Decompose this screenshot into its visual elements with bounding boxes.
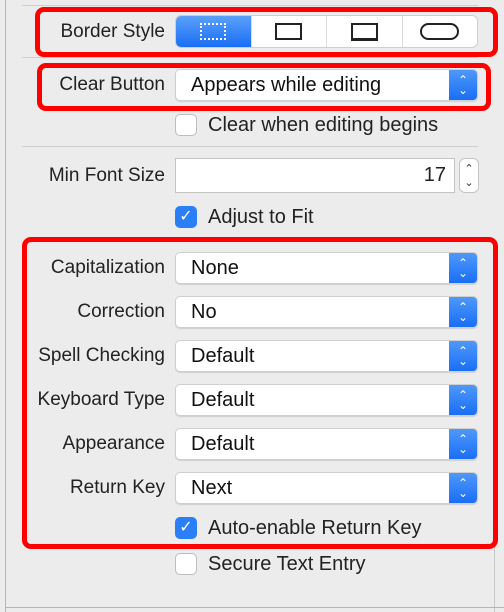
secure-text-entry-checkbox[interactable] xyxy=(175,553,197,575)
panel-bottom-border xyxy=(5,607,504,608)
secure-text-entry-label: Secure Text Entry xyxy=(208,553,366,575)
panel-left-border xyxy=(5,0,6,612)
divider xyxy=(22,57,478,58)
min-font-size-stepper[interactable]: ⌃ ⌄ xyxy=(459,158,479,193)
divider xyxy=(22,5,478,6)
divider xyxy=(22,146,478,147)
highlight-box xyxy=(37,63,491,111)
checkmark-icon: ✓ xyxy=(179,208,193,225)
adjust-to-fit-checkbox[interactable]: ✓ xyxy=(175,206,197,228)
highlight-box xyxy=(35,7,498,57)
clear-when-editing-label: Clear when editing begins xyxy=(208,114,439,136)
adjust-to-fit-label: Adjust to Fit xyxy=(208,206,314,228)
min-font-size-input[interactable]: 17 xyxy=(175,158,455,193)
min-font-size-label: Min Font Size xyxy=(48,165,165,186)
highlight-box xyxy=(22,237,498,549)
clear-when-editing-checkbox[interactable] xyxy=(175,114,197,136)
